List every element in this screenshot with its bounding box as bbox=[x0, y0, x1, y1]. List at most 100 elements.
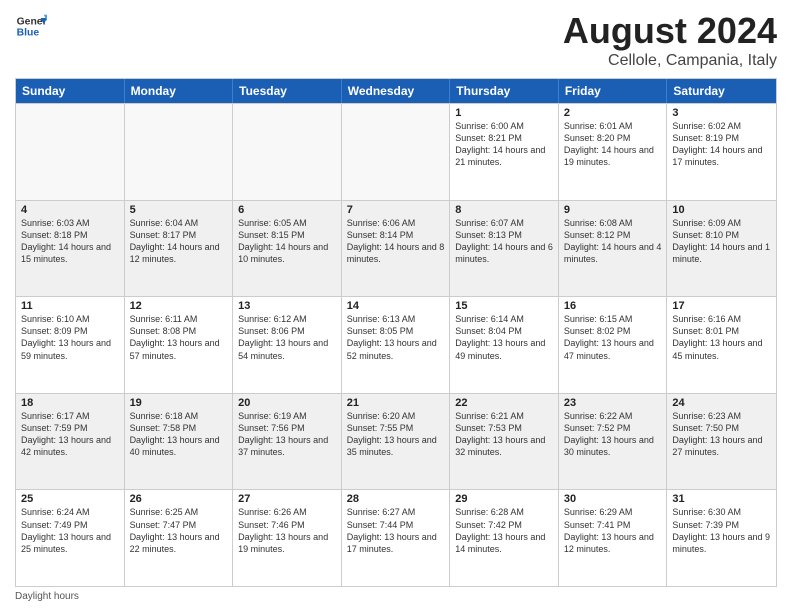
day-number: 27 bbox=[238, 493, 336, 505]
header-day-saturday: Saturday bbox=[667, 79, 776, 103]
day-info: Sunrise: 6:08 AM Sunset: 8:12 PM Dayligh… bbox=[564, 217, 662, 266]
day-number: 22 bbox=[455, 397, 553, 409]
day-number: 15 bbox=[455, 300, 553, 312]
day-number: 4 bbox=[21, 204, 119, 216]
day-number: 16 bbox=[564, 300, 662, 312]
cal-row-4: 25Sunrise: 6:24 AM Sunset: 7:49 PM Dayli… bbox=[16, 489, 776, 586]
calendar-body: 1Sunrise: 6:00 AM Sunset: 8:21 PM Daylig… bbox=[16, 103, 776, 586]
day-number: 17 bbox=[672, 300, 771, 312]
day-info: Sunrise: 6:18 AM Sunset: 7:58 PM Dayligh… bbox=[130, 410, 228, 459]
header-day-thursday: Thursday bbox=[450, 79, 559, 103]
day-info: Sunrise: 6:29 AM Sunset: 7:41 PM Dayligh… bbox=[564, 506, 662, 555]
day-number: 1 bbox=[455, 107, 553, 119]
day-info: Sunrise: 6:06 AM Sunset: 8:14 PM Dayligh… bbox=[347, 217, 445, 266]
cal-row-2: 11Sunrise: 6:10 AM Sunset: 8:09 PM Dayli… bbox=[16, 296, 776, 393]
cal-cell-day-22: 22Sunrise: 6:21 AM Sunset: 7:53 PM Dayli… bbox=[450, 394, 559, 490]
day-number: 21 bbox=[347, 397, 445, 409]
day-info: Sunrise: 6:26 AM Sunset: 7:46 PM Dayligh… bbox=[238, 506, 336, 555]
cal-cell-day-20: 20Sunrise: 6:19 AM Sunset: 7:56 PM Dayli… bbox=[233, 394, 342, 490]
day-number: 30 bbox=[564, 493, 662, 505]
header-day-sunday: Sunday bbox=[16, 79, 125, 103]
cal-cell-day-14: 14Sunrise: 6:13 AM Sunset: 8:05 PM Dayli… bbox=[342, 297, 451, 393]
day-info: Sunrise: 6:23 AM Sunset: 7:50 PM Dayligh… bbox=[672, 410, 771, 459]
cal-cell-day-12: 12Sunrise: 6:11 AM Sunset: 8:08 PM Dayli… bbox=[125, 297, 234, 393]
day-number: 14 bbox=[347, 300, 445, 312]
cal-cell-day-30: 30Sunrise: 6:29 AM Sunset: 7:41 PM Dayli… bbox=[559, 490, 668, 586]
day-info: Sunrise: 6:12 AM Sunset: 8:06 PM Dayligh… bbox=[238, 313, 336, 362]
day-info: Sunrise: 6:01 AM Sunset: 8:20 PM Dayligh… bbox=[564, 120, 662, 169]
day-info: Sunrise: 6:20 AM Sunset: 7:55 PM Dayligh… bbox=[347, 410, 445, 459]
cal-cell-day-17: 17Sunrise: 6:16 AM Sunset: 8:01 PM Dayli… bbox=[667, 297, 776, 393]
day-number: 29 bbox=[455, 493, 553, 505]
day-info: Sunrise: 6:24 AM Sunset: 7:49 PM Dayligh… bbox=[21, 506, 119, 555]
day-info: Sunrise: 6:10 AM Sunset: 8:09 PM Dayligh… bbox=[21, 313, 119, 362]
cal-cell-day-5: 5Sunrise: 6:04 AM Sunset: 8:17 PM Daylig… bbox=[125, 201, 234, 297]
day-number: 5 bbox=[130, 204, 228, 216]
day-number: 24 bbox=[672, 397, 771, 409]
header: General Blue August 2024 Cellole, Campan… bbox=[15, 10, 777, 70]
day-number: 10 bbox=[672, 204, 771, 216]
cal-cell-day-29: 29Sunrise: 6:28 AM Sunset: 7:42 PM Dayli… bbox=[450, 490, 559, 586]
day-info: Sunrise: 6:30 AM Sunset: 7:39 PM Dayligh… bbox=[672, 506, 771, 555]
day-info: Sunrise: 6:04 AM Sunset: 8:17 PM Dayligh… bbox=[130, 217, 228, 266]
day-info: Sunrise: 6:15 AM Sunset: 8:02 PM Dayligh… bbox=[564, 313, 662, 362]
cal-cell-day-25: 25Sunrise: 6:24 AM Sunset: 7:49 PM Dayli… bbox=[16, 490, 125, 586]
day-info: Sunrise: 6:02 AM Sunset: 8:19 PM Dayligh… bbox=[672, 120, 771, 169]
day-number: 9 bbox=[564, 204, 662, 216]
cal-cell-day-7: 7Sunrise: 6:06 AM Sunset: 8:14 PM Daylig… bbox=[342, 201, 451, 297]
day-number: 13 bbox=[238, 300, 336, 312]
day-number: 18 bbox=[21, 397, 119, 409]
cal-cell-day-1: 1Sunrise: 6:00 AM Sunset: 8:21 PM Daylig… bbox=[450, 104, 559, 200]
header-day-tuesday: Tuesday bbox=[233, 79, 342, 103]
day-number: 12 bbox=[130, 300, 228, 312]
calendar-header: SundayMondayTuesdayWednesdayThursdayFrid… bbox=[16, 79, 776, 103]
day-info: Sunrise: 6:14 AM Sunset: 8:04 PM Dayligh… bbox=[455, 313, 553, 362]
logo: General Blue bbox=[15, 10, 47, 42]
cal-cell-day-23: 23Sunrise: 6:22 AM Sunset: 7:52 PM Dayli… bbox=[559, 394, 668, 490]
cal-cell-day-19: 19Sunrise: 6:18 AM Sunset: 7:58 PM Dayli… bbox=[125, 394, 234, 490]
cal-row-3: 18Sunrise: 6:17 AM Sunset: 7:59 PM Dayli… bbox=[16, 393, 776, 490]
footer-note: Daylight hours bbox=[15, 591, 777, 602]
day-info: Sunrise: 6:27 AM Sunset: 7:44 PM Dayligh… bbox=[347, 506, 445, 555]
day-info: Sunrise: 6:16 AM Sunset: 8:01 PM Dayligh… bbox=[672, 313, 771, 362]
cal-cell-day-4: 4Sunrise: 6:03 AM Sunset: 8:18 PM Daylig… bbox=[16, 201, 125, 297]
day-number: 8 bbox=[455, 204, 553, 216]
cal-cell-day-31: 31Sunrise: 6:30 AM Sunset: 7:39 PM Dayli… bbox=[667, 490, 776, 586]
cal-cell-day-26: 26Sunrise: 6:25 AM Sunset: 7:47 PM Dayli… bbox=[125, 490, 234, 586]
cal-row-1: 4Sunrise: 6:03 AM Sunset: 8:18 PM Daylig… bbox=[16, 200, 776, 297]
day-info: Sunrise: 6:22 AM Sunset: 7:52 PM Dayligh… bbox=[564, 410, 662, 459]
cal-cell-empty bbox=[16, 104, 125, 200]
day-number: 25 bbox=[21, 493, 119, 505]
day-info: Sunrise: 6:00 AM Sunset: 8:21 PM Dayligh… bbox=[455, 120, 553, 169]
page: General Blue August 2024 Cellole, Campan… bbox=[0, 0, 792, 612]
subtitle: Cellole, Campania, Italy bbox=[563, 52, 777, 70]
cal-cell-empty bbox=[342, 104, 451, 200]
cal-cell-day-16: 16Sunrise: 6:15 AM Sunset: 8:02 PM Dayli… bbox=[559, 297, 668, 393]
day-info: Sunrise: 6:09 AM Sunset: 8:10 PM Dayligh… bbox=[672, 217, 771, 266]
cal-cell-day-15: 15Sunrise: 6:14 AM Sunset: 8:04 PM Dayli… bbox=[450, 297, 559, 393]
cal-cell-day-27: 27Sunrise: 6:26 AM Sunset: 7:46 PM Dayli… bbox=[233, 490, 342, 586]
header-day-friday: Friday bbox=[559, 79, 668, 103]
cal-cell-day-13: 13Sunrise: 6:12 AM Sunset: 8:06 PM Dayli… bbox=[233, 297, 342, 393]
cal-cell-day-9: 9Sunrise: 6:08 AM Sunset: 8:12 PM Daylig… bbox=[559, 201, 668, 297]
header-day-wednesday: Wednesday bbox=[342, 79, 451, 103]
day-number: 19 bbox=[130, 397, 228, 409]
day-info: Sunrise: 6:28 AM Sunset: 7:42 PM Dayligh… bbox=[455, 506, 553, 555]
cal-cell-day-10: 10Sunrise: 6:09 AM Sunset: 8:10 PM Dayli… bbox=[667, 201, 776, 297]
day-info: Sunrise: 6:25 AM Sunset: 7:47 PM Dayligh… bbox=[130, 506, 228, 555]
cal-cell-day-2: 2Sunrise: 6:01 AM Sunset: 8:20 PM Daylig… bbox=[559, 104, 668, 200]
day-info: Sunrise: 6:19 AM Sunset: 7:56 PM Dayligh… bbox=[238, 410, 336, 459]
day-info: Sunrise: 6:21 AM Sunset: 7:53 PM Dayligh… bbox=[455, 410, 553, 459]
cal-cell-empty bbox=[125, 104, 234, 200]
day-number: 11 bbox=[21, 300, 119, 312]
cal-row-0: 1Sunrise: 6:00 AM Sunset: 8:21 PM Daylig… bbox=[16, 103, 776, 200]
main-title: August 2024 bbox=[563, 10, 777, 52]
day-number: 2 bbox=[564, 107, 662, 119]
day-number: 28 bbox=[347, 493, 445, 505]
day-number: 20 bbox=[238, 397, 336, 409]
day-info: Sunrise: 6:11 AM Sunset: 8:08 PM Dayligh… bbox=[130, 313, 228, 362]
cal-cell-day-18: 18Sunrise: 6:17 AM Sunset: 7:59 PM Dayli… bbox=[16, 394, 125, 490]
cal-cell-day-6: 6Sunrise: 6:05 AM Sunset: 8:15 PM Daylig… bbox=[233, 201, 342, 297]
cal-cell-day-11: 11Sunrise: 6:10 AM Sunset: 8:09 PM Dayli… bbox=[16, 297, 125, 393]
cal-cell-empty bbox=[233, 104, 342, 200]
